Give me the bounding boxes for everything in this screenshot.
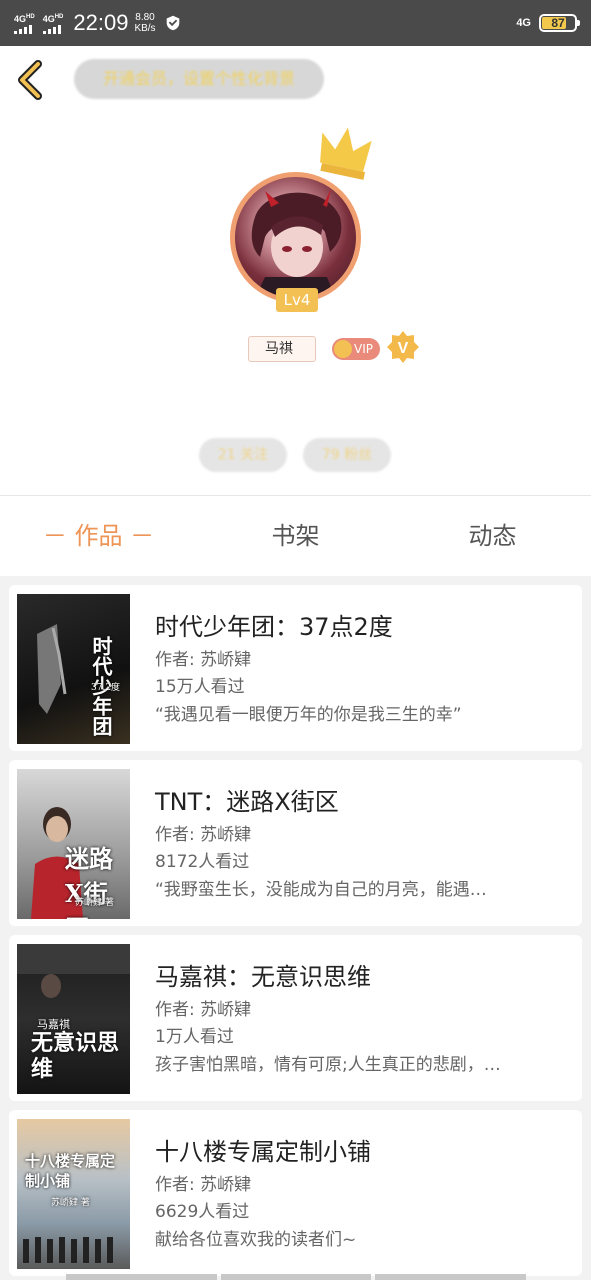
book-title: 时代少年团：37点2度 bbox=[155, 613, 393, 641]
level-badge: Lv4 bbox=[276, 288, 318, 312]
status-bar: 4GHD 4GHD 22:09 8.80 KB/s 4G 87 bbox=[0, 0, 591, 46]
signal-indicator-1: 4GHD bbox=[14, 12, 35, 34]
tab-works[interactable]: － 作品 － bbox=[0, 496, 197, 576]
book-views: 8172人看过 bbox=[155, 852, 250, 872]
book-views: 15万人看过 bbox=[155, 677, 245, 697]
book-description: “我野蛮生长，没能成为自己的月亮，能遇… bbox=[155, 880, 487, 900]
following-count[interactable]: 21 关注 bbox=[199, 438, 287, 472]
status-time: 22:09 bbox=[73, 10, 129, 35]
book-cover: 时代少年团 37.2度 bbox=[17, 594, 130, 744]
crown-icon bbox=[320, 128, 372, 180]
book-description: 孩子害怕黑暗，情有可原;人生真正的悲剧，… bbox=[155, 1055, 501, 1075]
book-description: 献给各位喜欢我的读者们~ bbox=[155, 1230, 357, 1250]
book-cover: 迷路X街区 苏峤肄 著 bbox=[17, 769, 130, 919]
shield-icon bbox=[166, 15, 179, 31]
svg-text:V: V bbox=[398, 340, 409, 357]
tab-bookshelf[interactable]: 书架 bbox=[197, 496, 394, 576]
book-author: 作者: 苏峤肄 bbox=[155, 825, 252, 845]
book-views: 1万人看过 bbox=[155, 1027, 234, 1047]
book-description: “我遇见看一眼便万年的你是我三生的幸” bbox=[155, 705, 462, 725]
book-author: 作者: 苏峤肄 bbox=[155, 1175, 252, 1195]
book-card[interactable]: 时代少年团 37.2度 时代少年团：37点2度 作者: 苏峤肄 15万人看过 “… bbox=[9, 585, 582, 751]
book-card[interactable]: 马嘉祺 无意识思维 马嘉祺：无意识思维 作者: 苏峤肄 1万人看过 孩子害怕黑暗… bbox=[9, 935, 582, 1101]
network-speed: 8.80 KB/s bbox=[134, 12, 156, 34]
avatar[interactable] bbox=[230, 172, 361, 303]
book-views: 6629人看过 bbox=[155, 1202, 250, 1222]
vip-background-banner[interactable]: 开通会员，设置个性化背景 bbox=[74, 59, 324, 99]
book-cover: 十八楼专属定制小铺 苏峤肄 著 bbox=[17, 1119, 130, 1269]
book-title: TNT：迷路X街区 bbox=[155, 788, 339, 816]
bottom-scroll-indicator bbox=[66, 1274, 527, 1280]
tab-activity[interactable]: 动态 bbox=[394, 496, 591, 576]
book-title: 十八楼专属定制小铺 bbox=[155, 1138, 371, 1166]
book-card[interactable]: 十八楼专属定制小铺 苏峤肄 著 十八楼专属定制小铺 作者: 苏峤肄 6629人看… bbox=[9, 1110, 582, 1276]
battery-icon: 87 bbox=[539, 14, 580, 32]
book-card[interactable]: 迷路X街区 苏峤肄 著 TNT：迷路X街区 作者: 苏峤肄 8172人看过 “我… bbox=[9, 760, 582, 926]
network-type: 4G bbox=[516, 17, 531, 29]
book-cover: 马嘉祺 无意识思维 bbox=[17, 944, 130, 1094]
verified-v-icon: V bbox=[387, 331, 419, 363]
back-arrow-icon[interactable] bbox=[14, 60, 48, 100]
username-tag: 马祺 bbox=[248, 336, 316, 362]
fans-count[interactable]: 79 粉丝 bbox=[303, 438, 391, 472]
signal-indicator-2: 4GHD bbox=[42, 12, 63, 34]
book-author: 作者: 苏峤肄 bbox=[155, 650, 252, 670]
book-author: 作者: 苏峤肄 bbox=[155, 1000, 252, 1020]
book-title: 马嘉祺：无意识思维 bbox=[155, 963, 371, 991]
profile-tabs: － 作品 － 书架 动态 bbox=[0, 496, 591, 576]
vip-badge[interactable]: VIP bbox=[332, 338, 380, 360]
vip-crown-icon bbox=[334, 340, 352, 358]
